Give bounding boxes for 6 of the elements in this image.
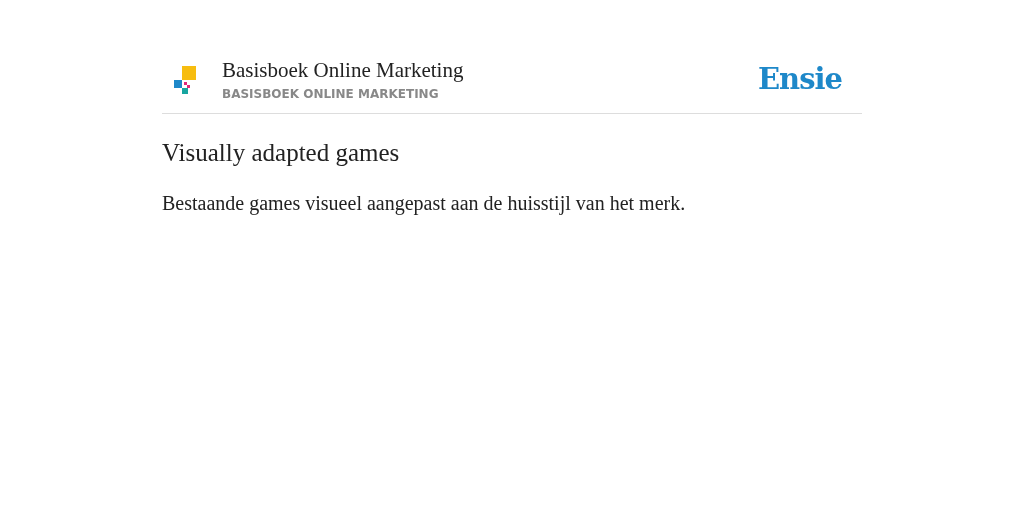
entry-definition: Bestaande games visueel aangepast aan de huisstijl van het merk. bbox=[162, 191, 687, 216]
book-title: Basisboek Online Marketing bbox=[222, 56, 465, 83]
book-subtitle: BASISBOEK ONLINE MARKETING bbox=[222, 86, 440, 101]
entry-heading: Visually adapted games bbox=[162, 138, 401, 168]
book-logo-icon bbox=[174, 65, 196, 94]
brand-logo-link[interactable]: Ensie bbox=[758, 61, 842, 96]
